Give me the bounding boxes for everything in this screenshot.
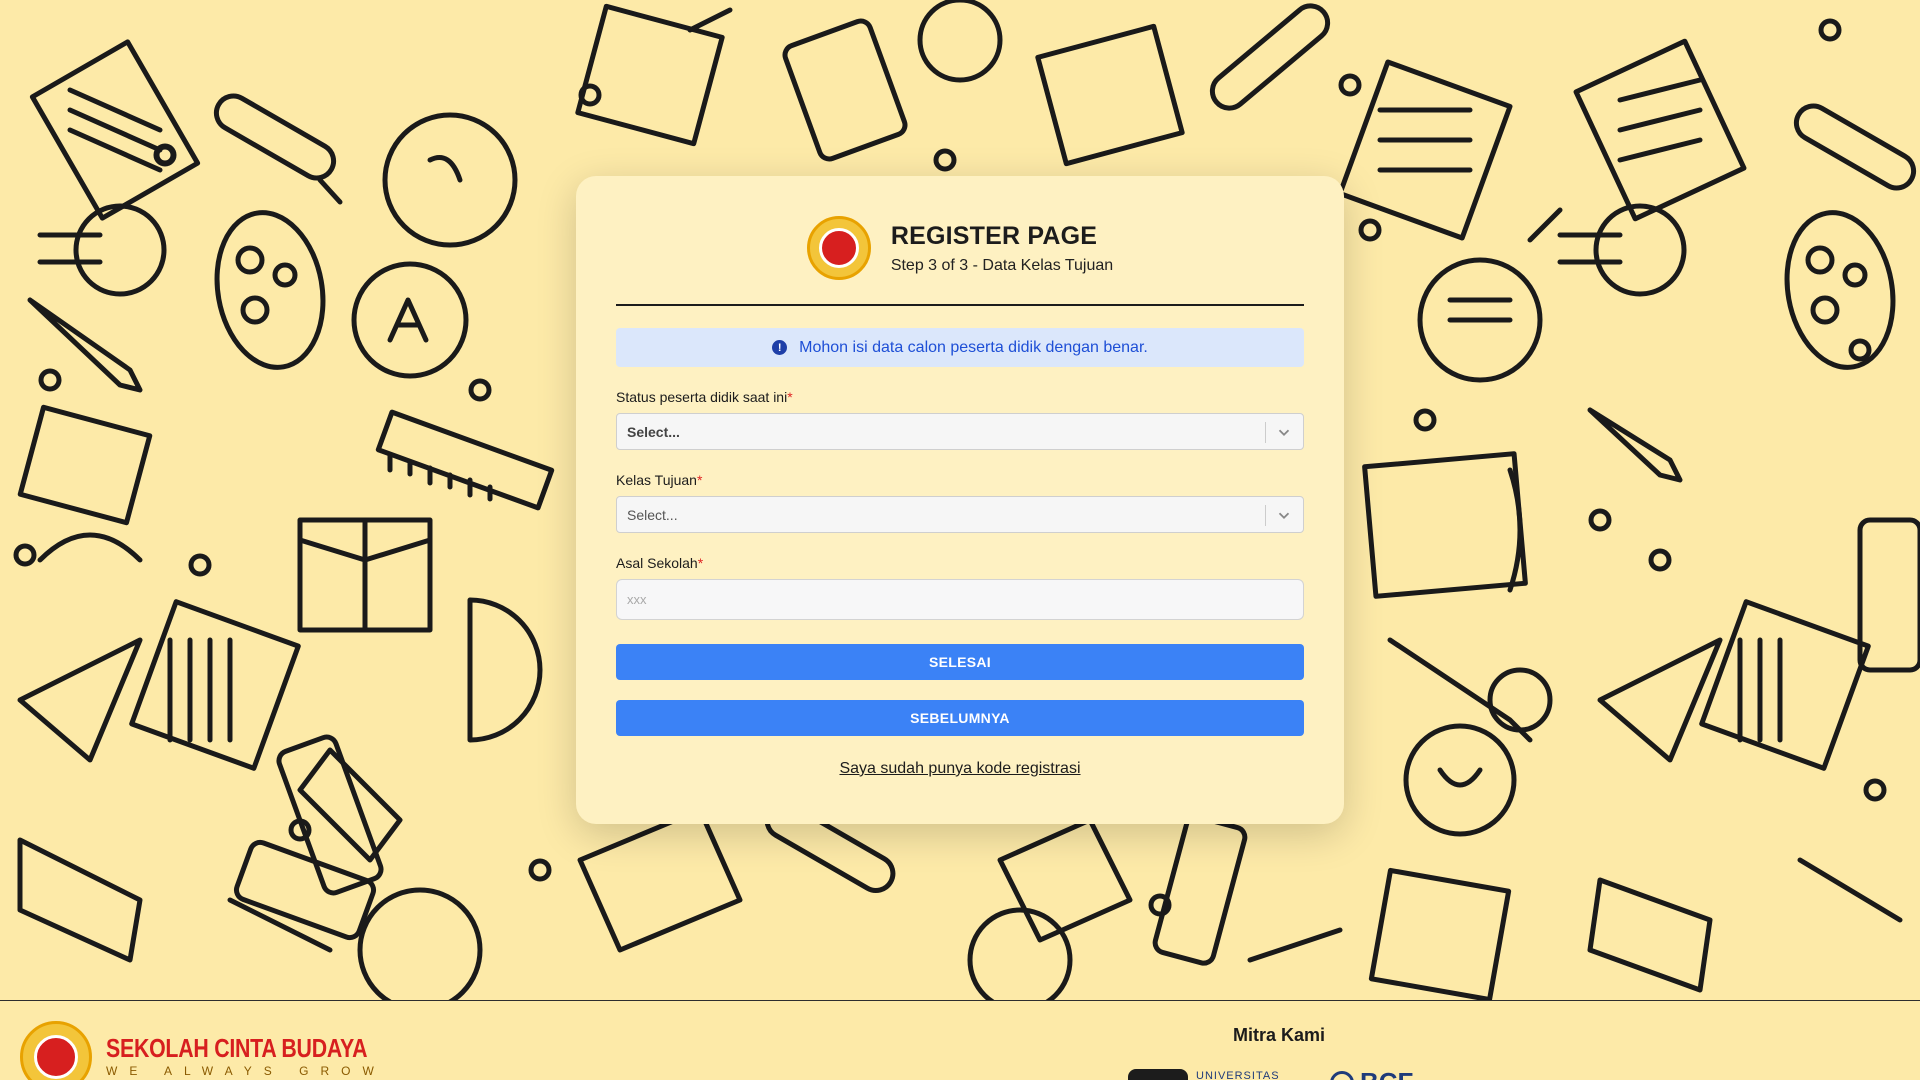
step-indicator: Step 3 of 3 - Data Kelas Tujuan [890,256,1114,274]
partner-logo-2: BCF [1330,1067,1413,1080]
partner2-text: BCF [1360,1067,1413,1080]
footer: SEKOLAH CINTA BUDAYA WE ALWAYS GROW Mitr… [0,1000,1920,1080]
school-logo [806,216,871,280]
partner-logo-1: UNIVERSITAS [1128,1069,1280,1080]
kelas-select[interactable]: Select... [616,496,1304,533]
previous-button[interactable]: SEBELUMNYA [616,700,1304,736]
card-header: REGISTER PAGE Step 3 of 3 - Data Kelas T… [616,212,1304,284]
asal-sekolah-field: Asal Sekolah* xxx [616,555,1304,620]
select-separator [1265,505,1266,526]
finish-button[interactable]: SELESAI [616,644,1304,680]
partner-mark [1128,1069,1188,1080]
register-card: REGISTER PAGE Step 3 of 3 - Data Kelas T… [576,176,1344,824]
page-title: REGISTER PAGE [890,221,1098,250]
asal-sekolah-label: Asal Sekolah* [616,555,704,571]
alert-text: Mohon isi data calon peserta didik denga… [799,338,1148,356]
status-field: Status peserta didik saat ini* Select... [616,389,1304,450]
kelas-field: Kelas Tujuan* Select... [616,472,1304,533]
status-select[interactable]: Select... [616,413,1304,450]
chevron-down-icon [1278,429,1290,436]
info-circle-icon: ! [772,340,788,355]
brand-tagline: WE ALWAYS GROW [106,1064,386,1078]
registration-code-link[interactable]: Saya sudah punya kode registrasi [616,760,1304,778]
brand-name: SEKOLAH CINTA BUDAYA [106,1033,368,1063]
partners-title: Mitra Kami [1233,1025,1326,1045]
kelas-label: Kelas Tujuan* [616,472,703,488]
select-separator [1265,422,1266,443]
chevron-down-icon [1278,512,1290,519]
status-label: Status peserta didik saat ini* [616,389,793,405]
partner1-text: UNIVERSITAS [1196,1070,1280,1080]
footer-brand: SEKOLAH CINTA BUDAYA WE ALWAYS GROW [20,1021,425,1080]
partner-icon [1330,1070,1354,1080]
doodle-set-left [17,39,555,1000]
brand-logo [20,1021,92,1080]
header-divider [616,304,1304,306]
asal-sekolah-input[interactable]: xxx [616,579,1304,620]
info-alert: ! Mohon isi data calon peserta didik den… [616,328,1304,367]
doodle-set-right [1337,38,1920,1000]
